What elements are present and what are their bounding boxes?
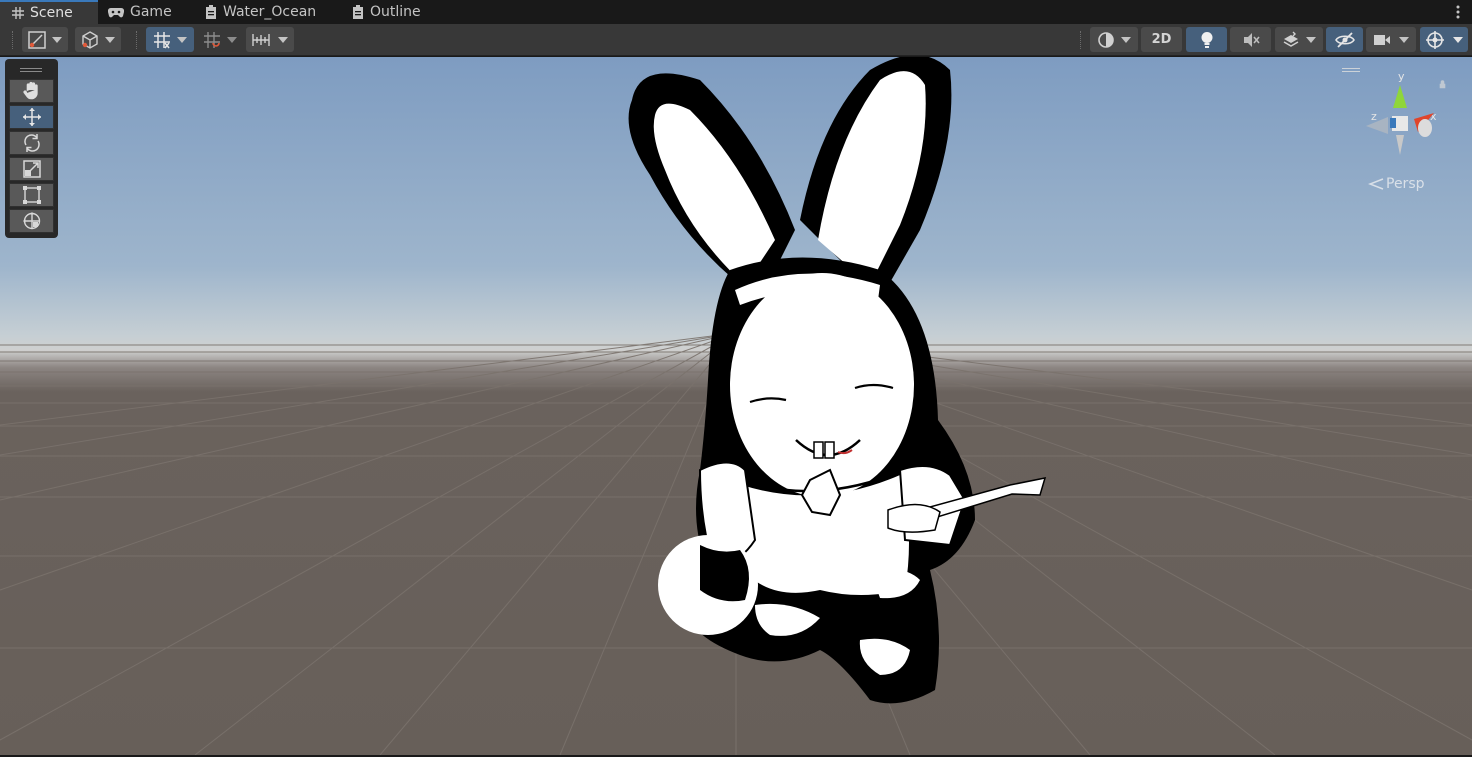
transform-tool[interactable] <box>9 209 54 233</box>
tab-water-ocean[interactable]: Water_Ocean <box>205 0 335 24</box>
tab-label: Water_Ocean <box>223 4 317 20</box>
grid-snap-toggle[interactable] <box>146 27 194 52</box>
shading-dropdown[interactable] <box>75 27 121 52</box>
move-icon <box>22 108 41 126</box>
axis-y-label: y <box>1398 70 1405 83</box>
camera-dropdown[interactable] <box>1366 27 1416 52</box>
toolbar-grip[interactable] <box>1080 31 1082 49</box>
scene-visibility-toggle[interactable] <box>1326 27 1363 52</box>
chevron-down-icon <box>177 36 187 43</box>
camera-icon <box>1374 34 1390 45</box>
tab-scene[interactable]: Scene <box>0 0 98 24</box>
tab-label: Scene <box>30 5 73 21</box>
projection-label: Persp <box>1386 176 1425 192</box>
chevron-down-icon <box>105 36 115 43</box>
2d-toggle[interactable]: 2D <box>1141 27 1182 52</box>
script-icon <box>353 4 363 19</box>
transform-icon <box>22 212 40 230</box>
increment-snap-dropdown[interactable] <box>198 27 242 52</box>
chevron-down-icon <box>1453 36 1463 43</box>
projection-toggle[interactable]: Persp <box>1368 176 1425 192</box>
tab-outline[interactable]: Outline <box>352 0 442 24</box>
gizmos-icon <box>1426 30 1444 49</box>
chevron-down-icon <box>1306 36 1316 43</box>
increment-snap-icon <box>204 31 220 48</box>
toolbar-grip[interactable] <box>136 31 138 49</box>
grid-snap-icon <box>154 31 170 48</box>
ruler-dropdown[interactable] <box>246 27 294 52</box>
grid-icon <box>12 7 24 19</box>
gamepad-icon <box>108 7 124 18</box>
effects-dropdown[interactable] <box>1275 27 1323 52</box>
tab-game[interactable]: Game <box>108 0 198 24</box>
toolbar-grip[interactable] <box>12 31 14 49</box>
chevron-down-icon <box>227 36 237 43</box>
scale-icon <box>22 160 41 178</box>
perspective-icon <box>1368 178 1384 190</box>
axis-neg-y-cone[interactable] <box>1396 135 1404 155</box>
axis-y-cone[interactable] <box>1393 85 1407 108</box>
audio-toggle[interactable] <box>1230 27 1271 52</box>
render-mode-dropdown[interactable] <box>1090 27 1138 52</box>
scene-toolbar: 2D <box>0 24 1472 56</box>
scale-tool[interactable] <box>9 157 54 181</box>
lighting-icon <box>1201 31 1212 48</box>
palette-drag-handle[interactable] <box>20 68 42 72</box>
lighting-toggle[interactable] <box>1186 27 1227 52</box>
chevron-down-icon <box>52 36 62 43</box>
axis-z-label: z <box>1371 110 1377 123</box>
hand-tool[interactable] <box>9 79 54 103</box>
script-icon <box>206 4 216 19</box>
axis-neg-x-cone[interactable] <box>1418 119 1432 137</box>
scene-visibility-icon <box>1334 31 1355 48</box>
chevron-down-icon <box>1399 36 1409 43</box>
ruler-icon <box>252 33 270 46</box>
bunny-character[interactable] <box>0 57 1472 755</box>
gizmos-dropdown[interactable] <box>1420 27 1468 52</box>
rotate-tool[interactable] <box>9 131 54 155</box>
draw-mode-dropdown[interactable] <box>22 27 68 52</box>
tab-bar: Scene Game Water_Ocean Outline <box>0 0 1472 24</box>
audio-mute-icon <box>1243 32 1260 47</box>
chevron-down-icon <box>1121 36 1131 43</box>
shading-cube-icon <box>82 30 98 49</box>
rect-tool[interactable] <box>9 183 54 207</box>
kebab-menu-icon[interactable] <box>1452 4 1464 20</box>
axis-z-cone[interactable] <box>1366 117 1388 134</box>
scene-viewport[interactable] <box>0 57 1472 755</box>
rotate-icon <box>23 134 40 152</box>
draw-mode-icon <box>28 30 46 49</box>
render-mode-icon <box>1098 31 1114 48</box>
tab-label: Outline <box>370 4 421 20</box>
rect-icon <box>22 186 41 204</box>
effects-layers-icon <box>1283 31 1299 47</box>
move-tool[interactable] <box>9 105 54 129</box>
hand-icon <box>22 81 38 100</box>
tab-label: Game <box>130 4 172 20</box>
chevron-down-icon <box>278 36 288 43</box>
tool-palette <box>5 59 58 238</box>
lock-icon[interactable] <box>1439 80 1446 89</box>
